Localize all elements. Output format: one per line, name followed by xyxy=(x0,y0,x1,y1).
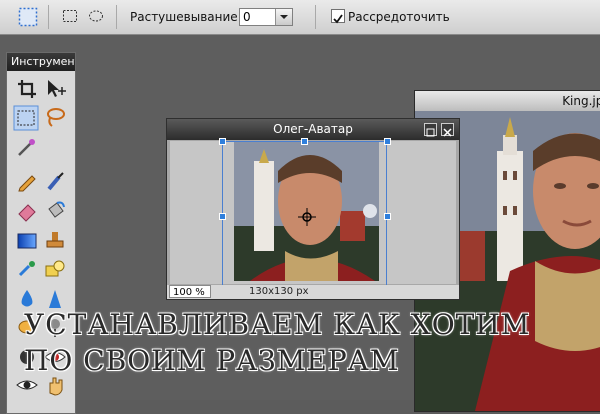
shapes-icon[interactable] xyxy=(43,257,67,281)
avatar-status-bar: 100 % 130x130 px xyxy=(167,285,459,299)
pencil-icon[interactable] xyxy=(15,169,39,193)
transform-box[interactable] xyxy=(222,141,387,293)
rect-marquee-icon[interactable] xyxy=(62,8,78,24)
eraser-icon[interactable] xyxy=(15,199,39,223)
transform-handle[interactable] xyxy=(384,213,391,220)
transform-handle[interactable] xyxy=(384,138,391,145)
avatar-window-titlebar[interactable]: Олег-Аватар xyxy=(167,119,459,140)
replace-color-icon[interactable] xyxy=(15,257,39,281)
gradient-icon[interactable] xyxy=(15,229,39,253)
magic-wand-icon[interactable] xyxy=(15,135,39,159)
maximize-button[interactable] xyxy=(424,123,437,137)
antialias-checkbox[interactable] xyxy=(331,9,345,24)
king-window-title: King.jpg xyxy=(415,91,600,111)
ellipse-marquee-icon[interactable] xyxy=(88,8,104,24)
check-icon xyxy=(333,14,343,24)
zoom-field[interactable]: 100 % xyxy=(169,285,211,298)
antialias-label: Рассредоточить xyxy=(348,10,450,24)
stamp-icon[interactable] xyxy=(43,229,67,253)
close-icon xyxy=(443,128,452,137)
crop-icon[interactable] xyxy=(15,77,39,101)
feather-label: Растушевывание: xyxy=(130,10,242,24)
lasso-icon[interactable] xyxy=(43,105,67,129)
maximize-icon xyxy=(426,128,435,137)
avatar-window-title: Олег-Аватар xyxy=(273,122,353,136)
close-button[interactable] xyxy=(441,123,454,137)
paint-bucket-icon[interactable] xyxy=(43,199,67,223)
toolbar-separator xyxy=(116,5,117,29)
chevron-down-icon xyxy=(280,15,288,19)
transform-handle[interactable] xyxy=(301,138,308,145)
toolbar-separator xyxy=(315,5,316,29)
options-toolbar: Растушевывание: 0 Рассредоточить xyxy=(0,0,600,35)
avatar-image-window[interactable]: Олег-Аватар 100 % 130x130 px xyxy=(166,118,460,300)
move-icon[interactable] xyxy=(43,77,67,101)
caption-line-1: УСТАНАВЛИВАЕМ КАК ХОТИМ xyxy=(24,308,531,341)
tools-panel-title: Инструменты xyxy=(7,53,75,71)
brush-icon[interactable] xyxy=(43,169,67,193)
rect-select-icon[interactable] xyxy=(13,105,39,131)
transform-handle[interactable] xyxy=(219,213,226,220)
image-size-label: 130x130 px xyxy=(249,286,309,297)
feather-input[interactable]: 0 xyxy=(239,8,293,26)
marquee-tool-icon[interactable] xyxy=(18,7,38,27)
feather-value: 0 xyxy=(243,10,251,24)
feather-dropdown-button[interactable] xyxy=(275,9,292,25)
transform-handle[interactable] xyxy=(219,138,226,145)
toolbar-separator xyxy=(48,5,49,29)
caption-line-2: ПО СВОИМ РАЗМЕРАМ xyxy=(24,344,400,377)
